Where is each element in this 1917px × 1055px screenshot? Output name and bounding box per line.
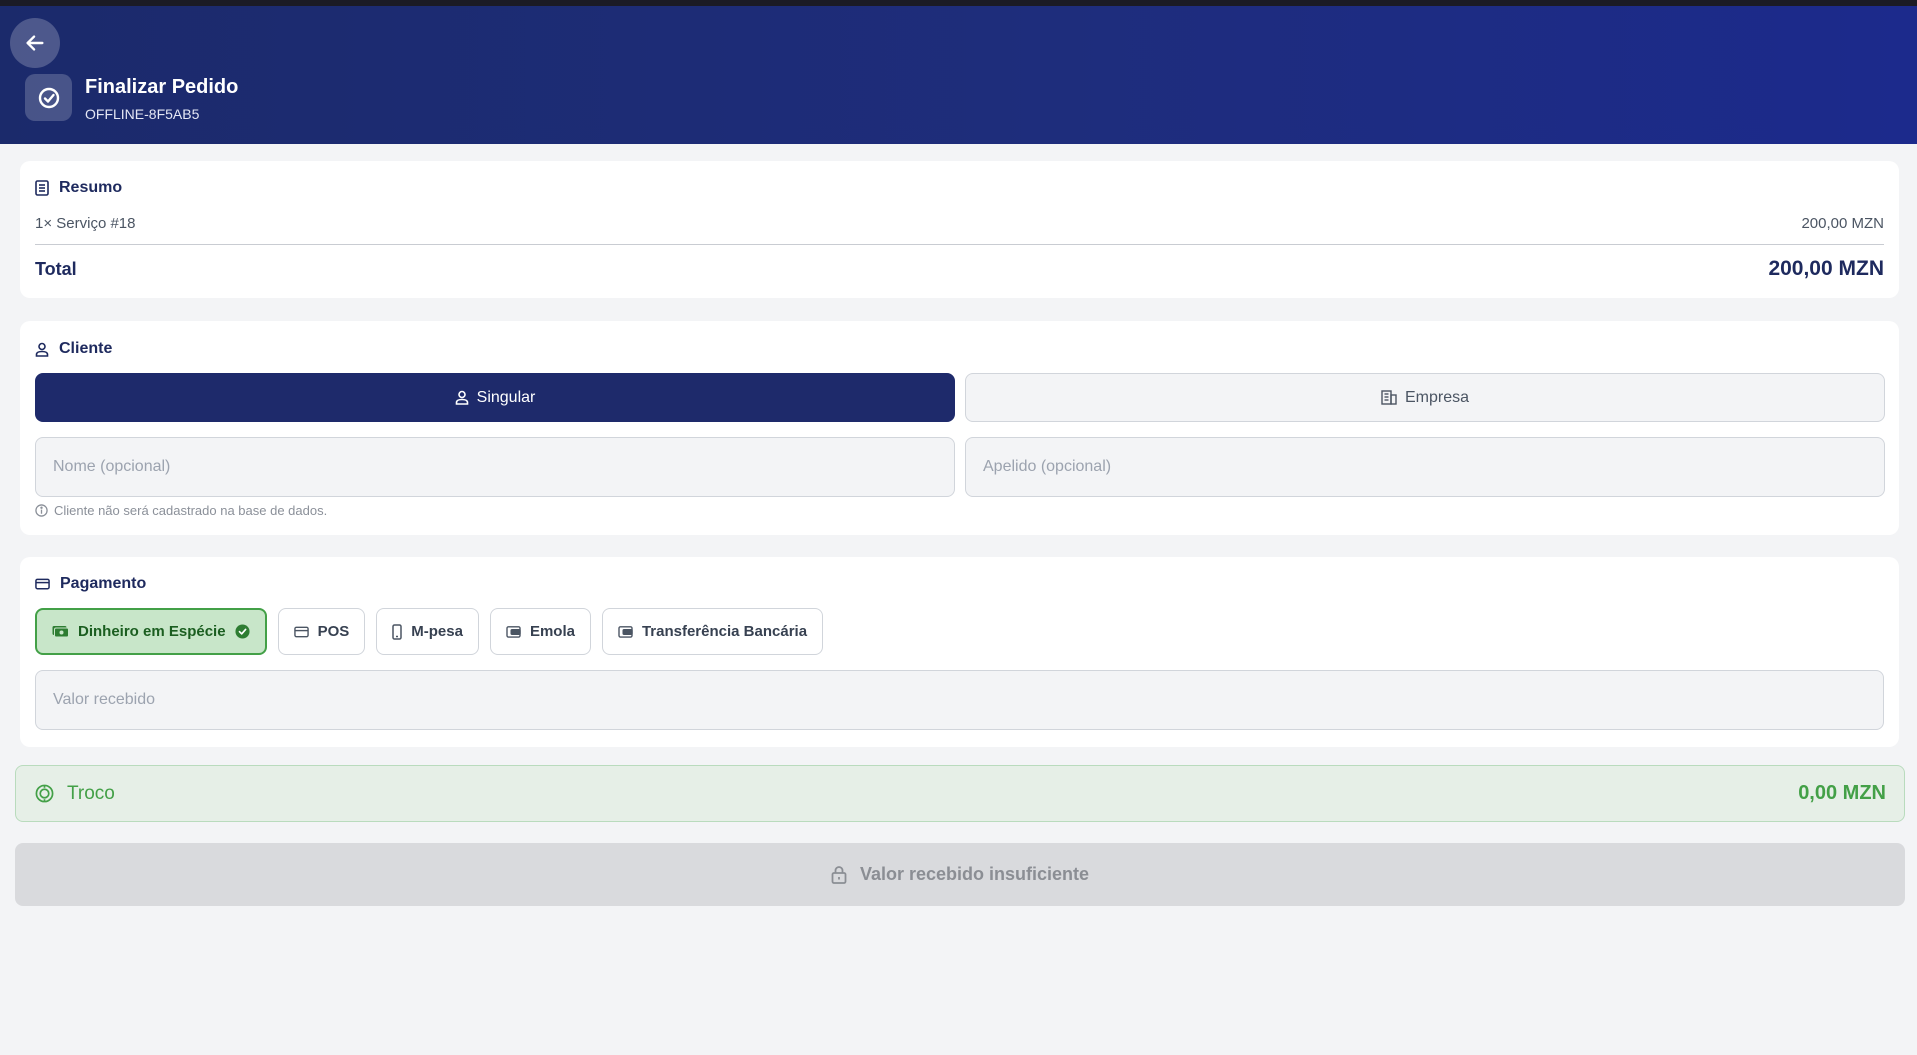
info-icon [35,504,48,517]
payment-method-emola[interactable]: Emola [489,608,591,655]
payment-title: Pagamento [35,575,146,593]
submit-button[interactable]: Valor recebido insuficiente [15,843,1905,906]
total-value: 200,00 MZN [1768,257,1884,280]
received-amount-input[interactable] [35,670,1884,730]
empresa-label: Empresa [1404,388,1470,406]
change-panel: Troco 0,00 MZN [15,765,1905,822]
payment-methods: Dinheiro em Espécie POS M-pesa Emola Tra… [35,608,824,655]
client-type-singular-button[interactable]: Singular [35,373,955,422]
change-value: 0,00 MZN [1798,782,1886,804]
client-type-empresa-button[interactable]: Empresa [965,373,1885,422]
order-id: OFFLINE-8F5AB5 [85,106,200,122]
item-label: 1× Serviço #18 [35,215,136,232]
receipt-icon [35,180,49,196]
summary-card: Resumo 1× Serviço #18 200,00 MZN Total 2… [20,161,1899,298]
change-label: Troco [67,782,115,804]
total-row: Total 200,00 MZN [35,257,1884,281]
payment-method-pos[interactable]: POS [277,608,366,655]
list-item: 1× Serviço #18 200,00 MZN [35,215,1884,232]
wallet-icon [506,626,521,638]
building-icon [1381,390,1397,405]
divider [35,244,1884,245]
coin-icon [35,784,54,803]
cash-icon [52,626,69,638]
lock-icon [831,866,847,884]
last-name-input[interactable] [965,437,1885,497]
bank-transfer-label: Transferência Bancária [641,623,808,640]
cash-label: Dinheiro em Espécie [78,623,226,640]
client-title-label: Cliente [59,340,113,357]
payment-method-bank-transfer[interactable]: Transferência Bancária [601,608,824,655]
credit-card-icon [35,578,50,590]
check-circle-icon [235,624,250,639]
first-name-input[interactable] [35,437,955,497]
total-label: Total [35,258,77,279]
card-icon [293,626,309,637]
client-title: Cliente [35,340,112,358]
payment-method-cash[interactable]: Dinheiro em Espécie [35,608,267,655]
page-header: Finalizar Pedido OFFLINE-8F5AB5 [0,6,1917,144]
payment-title-label: Pagamento [60,575,147,592]
client-hint-text: Cliente não será cadastrado na base de d… [54,503,328,518]
payment-method-mpesa[interactable]: M-pesa [376,608,479,655]
check-circle-icon [25,74,72,121]
client-card: Cliente Singular Empresa Cliente não ser… [20,321,1899,535]
page-title: Finalizar Pedido [85,76,239,98]
back-button[interactable] [10,18,60,68]
summary-title: Resumo [35,179,122,197]
pos-label: POS [317,623,350,640]
mpesa-label: M-pesa [411,623,463,640]
arrow-left-icon [26,35,44,51]
emola-label: Emola [529,623,575,640]
payment-card: Pagamento Dinheiro em Espécie POS M-pesa… [20,557,1899,747]
change-label-group: Troco [35,783,115,805]
client-hint: Cliente não será cadastrado na base de d… [35,503,327,518]
summary-title-label: Resumo [59,179,123,196]
singular-label: Singular [476,388,536,406]
phone-icon [392,623,402,640]
user-icon [35,342,49,357]
user-icon [455,390,468,405]
wallet-icon [618,626,633,638]
submit-label: Valor recebido insuficiente [859,864,1090,884]
item-price: 200,00 MZN [1801,215,1884,232]
